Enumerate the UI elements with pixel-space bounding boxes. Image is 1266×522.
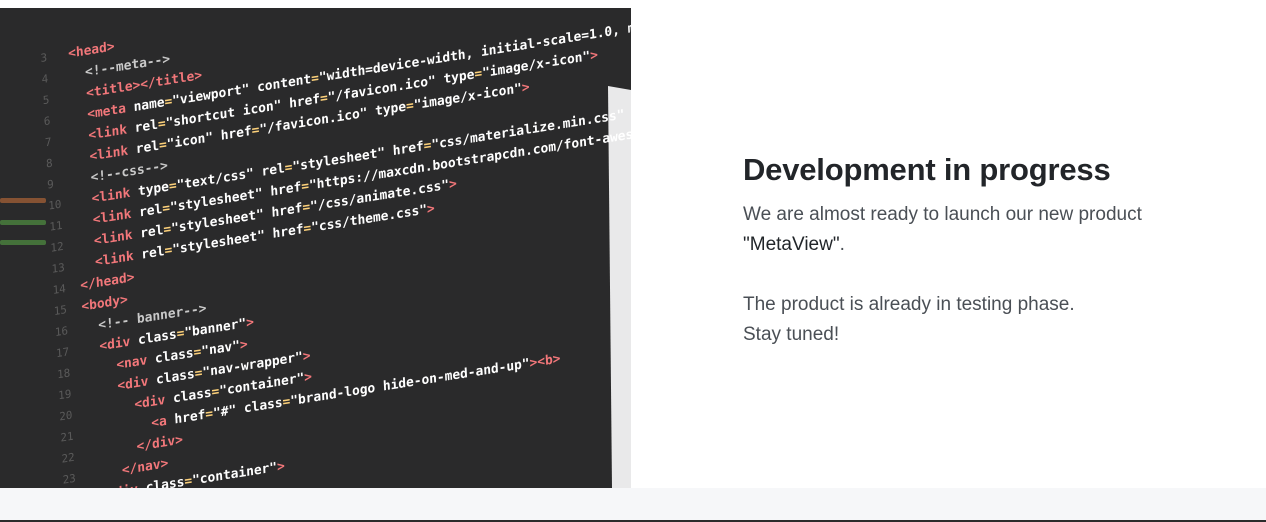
status-line: The product is already in testing phase. [743, 294, 1075, 315]
line-number: 4 [41, 72, 49, 86]
line-number: 3 [40, 51, 47, 65]
line-number: 7 [45, 135, 52, 149]
product-name: "MetaView" [743, 234, 840, 255]
line-number: 8 [46, 156, 53, 170]
line-number: 19 [58, 387, 72, 402]
line-number: 23 [62, 472, 76, 487]
closing-line: Stay tuned! [743, 324, 840, 345]
line-number: 6 [44, 114, 51, 128]
line-number: 15 [53, 303, 67, 318]
line-number: 5 [42, 93, 49, 107]
line-number: 16 [55, 324, 69, 339]
line-number: 13 [51, 261, 65, 276]
status-paragraph: The product is already in testing phase.… [743, 290, 1203, 350]
line-number: 20 [59, 408, 73, 423]
blurred-code-fragment [0, 198, 46, 203]
line-number: 11 [49, 219, 63, 234]
hero-code-image: 3 <head> 4 <!--meta--> 5 <title></title> 6 <met… [0, 8, 631, 488]
line-number: 14 [52, 282, 66, 297]
line-number: 22 [61, 451, 75, 466]
intro-text: We are almost ready to launch our new pr… [743, 204, 1142, 225]
line-number: 18 [57, 366, 71, 381]
monitor-edge [608, 86, 631, 488]
page: 3 <head> 4 <!--meta--> 5 <title></title> 6 <met… [0, 0, 1266, 522]
footer-band [0, 488, 1266, 520]
code-screen-illustration: 3 <head>4 <!--meta-->5 <title></title>6 <met… [0, 8, 631, 488]
blurred-code-fragment [0, 240, 46, 245]
line-number: 12 [50, 240, 64, 255]
section-title: Development in progress [743, 152, 1111, 187]
intro-paragraph: We are almost ready to launch our new pr… [743, 200, 1203, 260]
line-number: 21 [60, 430, 74, 445]
content-panel: Development in progress We are almost re… [743, 150, 1203, 350]
blurred-code-fragment [0, 220, 46, 225]
line-number: 10 [48, 198, 62, 213]
line-number: 9 [47, 178, 54, 192]
intro-suffix: . [839, 234, 845, 255]
top-strip [0, 0, 1266, 8]
line-number: 17 [56, 345, 70, 360]
